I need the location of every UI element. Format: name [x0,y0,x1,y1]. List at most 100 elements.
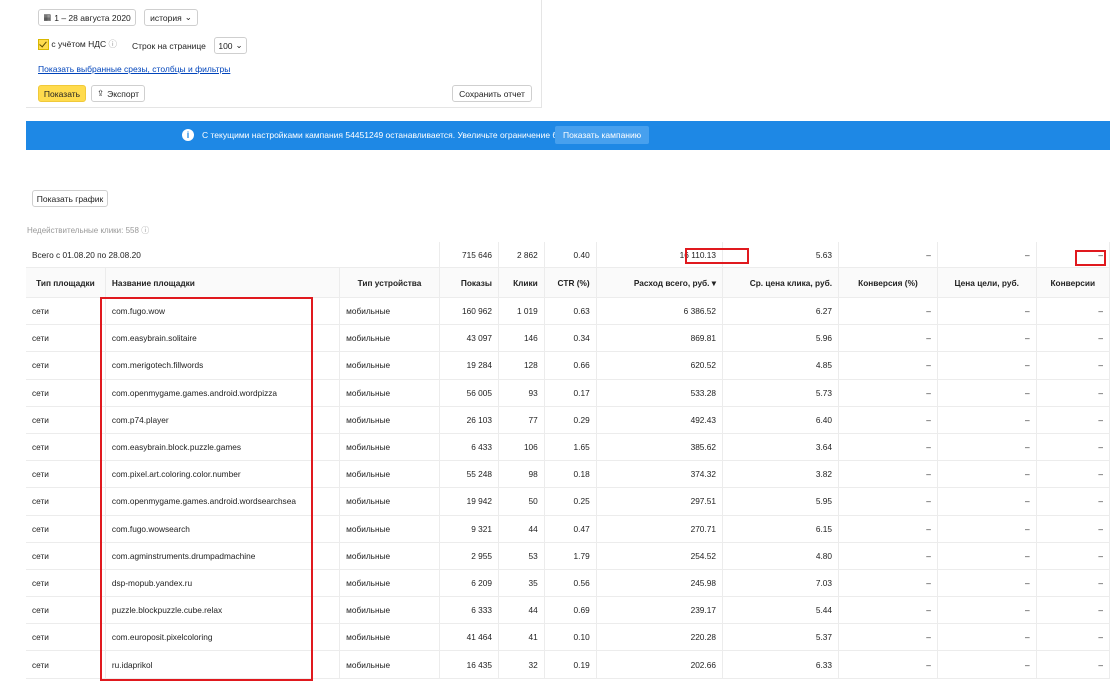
cpc-cell: 6.33 [722,650,840,679]
show-campaign-button[interactable]: Показать кампанию [555,126,650,144]
show-chart-button[interactable]: Показать график [32,190,108,207]
column-header[interactable]: Конверсии [1036,267,1110,298]
placement-name-cell[interactable]: com.pixel.art.coloring.color.number [105,460,341,489]
spend-cell: 202.66 [596,650,723,679]
shows-cell: 55 248 [439,460,499,489]
placement-type-cell: сети [26,487,106,516]
clicks-cell: 50 [498,487,545,516]
conversion-rate-cell: – [838,487,938,516]
chevron-down-icon: ⌄ [235,40,243,50]
shows-cell: 41 464 [439,623,499,652]
table-row: сети ru.idaprikol мобильные 16 435 32 0.19 202… [26,650,1110,679]
placement-name-cell[interactable]: com.easybrain.block.puzzle.games [105,433,341,462]
clicks-cell: 128 [498,351,545,380]
cpc-cell: 5.73 [722,379,840,407]
goal-price-cell: – [937,297,1037,326]
placement-name-cell[interactable]: puzzle.blockpuzzle.cube.relax [105,596,341,625]
goal-price-cell: – [937,379,1037,407]
help-icon[interactable]: ⓘ [109,39,118,49]
history-dropdown[interactable]: история ⌄ [144,9,198,26]
placement-name-cell[interactable]: com.openmygame.games.android.wordsearchs… [105,487,341,516]
cpc-cell: 3.82 [722,460,840,489]
placement-name-cell[interactable]: com.merigotech.fillwords [105,351,341,380]
column-header[interactable]: Тип устройства [339,267,440,298]
history-label: история [150,12,182,23]
chevron-down-icon: ⌄ [184,12,192,22]
ctr-cell: 0.63 [544,297,597,326]
column-header[interactable]: CTR (%) [544,267,597,298]
clicks-cell: 41 [498,623,545,652]
vat-checkbox[interactable] [38,39,49,51]
conversion-rate-cell: – [838,406,938,434]
placement-name-cell[interactable]: com.p74.player [105,406,341,434]
ctr-cell: 0.10 [544,623,597,652]
column-header[interactable]: Расход всего, руб. ▾ [596,267,723,298]
column-header[interactable]: Клики [498,267,545,298]
device-type-cell: мобильные [339,406,440,434]
conversion-rate-cell: – [838,650,938,679]
rows-per-page-select[interactable]: 100 ⌄ [214,37,247,54]
date-range-picker[interactable]: ▦ 1 – 28 августа 2020 [38,9,136,26]
column-header[interactable]: Название площадки [105,267,341,298]
placement-type-cell: сети [26,379,106,407]
placement-type-cell: сети [26,406,106,434]
placement-name-cell[interactable]: com.europosit.pixelcoloring [105,623,341,652]
column-header[interactable]: Показы [439,267,499,298]
cpc-cell: 3.64 [722,433,840,462]
conversions-cell: – [1036,596,1110,625]
table-row: сети com.fugo.wowsearch мобильные 9 321 44 0.… [26,515,1110,543]
placement-name-cell[interactable]: com.openmygame.games.android.wordpizza [105,379,341,407]
column-header[interactable]: Ср. цена клика, руб. [722,267,840,298]
goal-price-cell: – [937,351,1037,380]
save-report-button[interactable]: Сохранить отчет [452,85,532,102]
table-row: сети com.merigotech.fillwords мобильные 19 … [26,351,1110,380]
conversions-cell: – [1036,569,1110,598]
invalid-clicks-text: Недействительные клики: 558 [27,226,139,235]
spend-cell: 385.62 [596,433,723,462]
cpc-cell: 4.85 [722,351,840,380]
show-selected-filters-link[interactable]: Показать выбранные срезы, столбцы и филь… [38,64,230,74]
totals-conversions: – [1036,242,1110,268]
shows-cell: 2 955 [439,542,499,570]
cpc-cell: 6.27 [722,297,840,326]
placement-type-cell: сети [26,596,106,625]
cpc-cell: 5.96 [722,324,840,353]
vat-option[interactable]: с учётом НДС ⓘ [38,38,118,51]
ctr-cell: 0.17 [544,379,597,407]
totals-label: Всего с 01.08.20 по 28.08.20 [26,242,440,268]
clicks-cell: 44 [498,515,545,543]
help-icon[interactable]: ⓘ [141,226,149,235]
placement-name-cell[interactable]: com.agminstruments.drumpadmachine [105,542,341,570]
placement-type-cell: сети [26,515,106,543]
table-row: сети com.p74.player мобильные 26 103 77 0.29 4… [26,406,1110,434]
cpc-cell: 5.44 [722,596,840,625]
device-type-cell: мобильные [339,515,440,543]
conversions-cell: – [1036,542,1110,570]
placement-name-cell[interactable]: com.easybrain.solitaire [105,324,341,353]
table-row: сети com.fugo.wow мобильные 160 962 1 019 0.6… [26,297,1110,326]
device-type-cell: мобильные [339,569,440,598]
column-header[interactable]: Тип площадки [26,267,106,298]
totals-spend: 16 110.13 [596,242,723,268]
placement-name-cell[interactable]: ru.idaprikol [105,650,341,679]
info-icon: i [182,129,194,141]
placement-type-cell: сети [26,569,106,598]
show-button[interactable]: Показать [38,85,86,102]
placement-name-cell[interactable]: dsp-mopub.yandex.ru [105,569,341,598]
device-type-cell: мобильные [339,596,440,625]
conversion-rate-cell: – [838,297,938,326]
column-header[interactable]: Цена цели, руб. [937,267,1037,298]
goal-price-cell: – [937,487,1037,516]
placement-name-cell[interactable]: com.fugo.wowsearch [105,515,341,543]
export-button[interactable]: ⇪ Экспорт [91,85,145,102]
shows-cell: 19 284 [439,351,499,380]
ctr-cell: 0.69 [544,596,597,625]
placement-type-cell: сети [26,650,106,679]
clicks-cell: 35 [498,569,545,598]
spend-cell: 533.28 [596,379,723,407]
placement-name-cell[interactable]: com.fugo.wow [105,297,341,326]
totals-ctr: 0.40 [544,242,597,268]
device-type-cell: мобильные [339,542,440,570]
column-header[interactable]: Конверсия (%) [838,267,938,298]
device-type-cell: мобильные [339,379,440,407]
